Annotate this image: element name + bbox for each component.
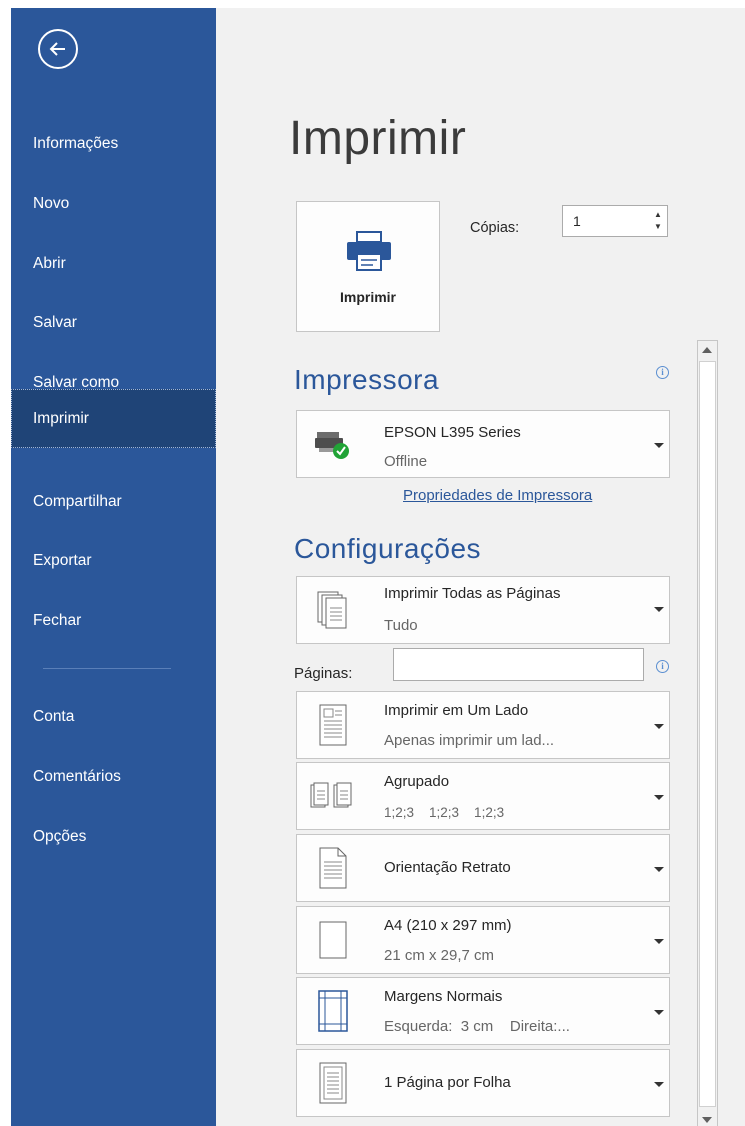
collate-dropdown[interactable]: Agrupado 1;2;3 1;2;3 1;2;3 — [296, 762, 670, 830]
sidebar-item-opcoes[interactable]: Opções — [11, 813, 216, 861]
sidebar-item-comentarios[interactable]: Comentários — [11, 753, 216, 801]
settings-section-title: Configurações — [294, 533, 482, 564]
print-button-label: Imprimir — [339, 289, 396, 305]
copies-decrement-icon[interactable]: ▼ — [653, 222, 663, 232]
sidebar-item-salvar[interactable]: Salvar — [11, 299, 216, 347]
copies-value: 1 — [573, 213, 581, 229]
collate-subtitle: 1;2;3 1;2;3 1;2;3 — [384, 805, 505, 820]
sidebar-item-informacoes[interactable]: Informações — [11, 120, 216, 168]
print-range-dropdown[interactable]: Imprimir Todas as Páginas Tudo — [296, 576, 670, 644]
chevron-down-icon — [654, 795, 664, 800]
printer-status-icon — [297, 411, 369, 477]
margins-title: Margens Normais — [384, 988, 503, 1005]
chevron-down-icon — [654, 1010, 664, 1015]
pages-per-sheet-dropdown[interactable]: 1 Página por Folha — [296, 1049, 670, 1117]
chevron-down-icon — [654, 867, 664, 872]
collated-pages-icon — [297, 763, 369, 829]
pages-per-sheet-title: 1 Página por Folha — [384, 1074, 511, 1091]
sidebar-item-novo[interactable]: Novo — [11, 180, 216, 228]
chevron-down-icon — [654, 1082, 664, 1087]
pages-stack-icon — [297, 577, 369, 643]
backstage-view: Informações Novo Abrir Salvar Salvar com… — [11, 8, 745, 1126]
margins-icon — [297, 978, 369, 1044]
sides-title: Imprimir em Um Lado — [384, 702, 529, 719]
pages-per-sheet-icon — [297, 1050, 369, 1116]
chevron-down-icon — [654, 939, 664, 944]
print-button[interactable]: Imprimir — [296, 201, 440, 332]
collate-title: Agrupado — [384, 773, 450, 790]
orientation-title: Orientação Retrato — [384, 859, 511, 876]
info-icon[interactable]: i — [656, 660, 669, 673]
scroll-down-icon[interactable] — [702, 1117, 712, 1123]
printer-section-title: Impressora — [294, 364, 440, 395]
sidebar-item-abrir[interactable]: Abrir — [11, 240, 216, 288]
printer-name: EPSON L395 Series — [384, 424, 521, 441]
orientation-dropdown[interactable]: Orientação Retrato — [296, 834, 670, 902]
copies-label: Cópias: — [470, 220, 520, 236]
paper-size-icon — [297, 907, 369, 973]
sidebar-item-conta[interactable]: Conta — [11, 693, 216, 741]
info-icon[interactable]: i — [656, 366, 669, 379]
chevron-down-icon — [654, 607, 664, 612]
single-sided-page-icon — [297, 692, 369, 758]
back-button[interactable] — [38, 29, 78, 69]
sidebar-divider — [43, 668, 171, 669]
sides-dropdown[interactable]: Imprimir em Um Lado Apenas imprimir um l… — [296, 691, 670, 759]
portrait-page-icon — [297, 835, 369, 901]
back-arrow-icon — [49, 42, 65, 56]
chevron-down-icon — [654, 724, 664, 729]
backstage-sidebar: Informações Novo Abrir Salvar Salvar com… — [11, 8, 216, 1126]
print-range-subtitle: Tudo — [384, 617, 418, 634]
copies-increment-icon[interactable]: ▲ — [653, 210, 663, 220]
scroll-up-icon[interactable] — [702, 347, 712, 353]
printer-properties-link[interactable]: Propriedades de Impressora — [403, 487, 592, 504]
sides-subtitle: Apenas imprimir um lad... — [384, 732, 555, 749]
printer-icon — [347, 231, 391, 271]
printer-status: Offline — [384, 453, 428, 470]
margins-dropdown[interactable]: Margens Normais Esquerda: 3 cm Direita:.… — [296, 977, 670, 1045]
chevron-down-icon — [654, 443, 664, 448]
sidebar-item-imprimir[interactable]: Imprimir — [11, 389, 216, 448]
sidebar-item-fechar[interactable]: Fechar — [11, 597, 216, 645]
scrollbar-thumb[interactable] — [699, 361, 716, 1107]
pages-input[interactable] — [393, 648, 644, 681]
sidebar-item-compartilhar[interactable]: Compartilhar — [11, 478, 216, 526]
paper-size-dropdown[interactable]: A4 (210 x 297 mm) 21 cm x 29,7 cm — [296, 906, 670, 974]
page-title: Imprimir — [289, 112, 467, 165]
margins-subtitle: Esquerda: 3 cm Direita:... — [384, 1018, 570, 1035]
printer-dropdown[interactable]: EPSON L395 Series Offline — [296, 410, 670, 478]
paper-size-subtitle: 21 cm x 29,7 cm — [384, 947, 495, 964]
paper-size-title: A4 (210 x 297 mm) — [384, 917, 512, 934]
print-range-title: Imprimir Todas as Páginas — [384, 585, 561, 602]
copies-stepper[interactable]: 1 ▲ ▼ — [562, 205, 668, 237]
sidebar-item-exportar[interactable]: Exportar — [11, 537, 216, 585]
pages-label: Páginas: — [294, 665, 353, 682]
settings-scrollbar[interactable] — [697, 340, 718, 1126]
